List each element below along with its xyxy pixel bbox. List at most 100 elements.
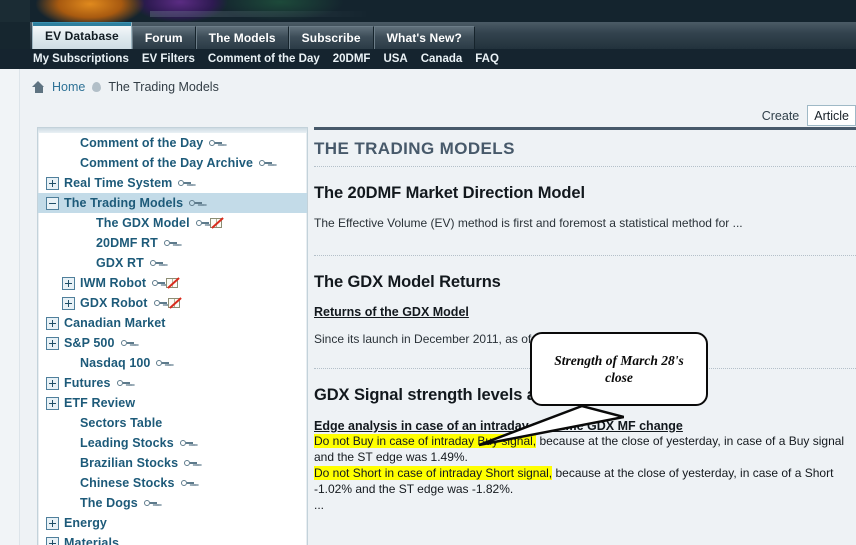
secondary-nav-links: My Subscriptions EV Filters Comment of the… [33, 49, 499, 69]
key-icon [209, 139, 223, 148]
heading-20dmf-model: The 20DMF Market Direction Model [314, 184, 585, 202]
divider-2 [314, 255, 856, 256]
tree-item-energy[interactable]: Energy [38, 513, 307, 533]
primary-tab-bar: EV Database Forum The Models Subscribe What'… [0, 22, 856, 49]
book-restricted-icon [166, 277, 179, 289]
tree-item-etf-review[interactable]: ETF Review [38, 393, 307, 413]
divider-1 [314, 166, 856, 167]
callout-bubble: Strength of March 28's close [530, 332, 708, 406]
tree-item-iwm-robot[interactable]: IWM Robot [38, 273, 307, 293]
tab-the-models[interactable]: The Models [195, 26, 289, 49]
tree-item-label: Brazilian Stocks [80, 456, 179, 470]
tree-item-sectors-table[interactable]: Sectors Table [38, 413, 307, 433]
tree-item-gdx-rt[interactable]: GDX RT [38, 253, 307, 273]
tree-item-canadian-market[interactable]: Canadian Market [38, 313, 307, 333]
tree-item-leading-stocks[interactable]: Leading Stocks [38, 433, 307, 453]
subnav-link-20dmf[interactable]: 20DMF [333, 53, 371, 65]
tree-item-chinese-stocks[interactable]: Chinese Stocks [38, 473, 307, 493]
tree-item-label: ETF Review [64, 396, 136, 410]
create-label: Create [761, 108, 800, 123]
tree-item-nasdaq-100[interactable]: Nasdaq 100 [38, 353, 307, 373]
tree-item-label: Real Time System [64, 176, 173, 190]
tab-forum[interactable]: Forum [131, 26, 196, 49]
tree-item-label: Canadian Market [64, 316, 166, 330]
create-type-select[interactable]: Article [807, 105, 856, 126]
edge-line-ellipsis: ... [314, 498, 325, 512]
tree-item-gdx-robot[interactable]: GDX Robot [38, 293, 307, 313]
primary-tabs: EV Database Forum The Models Subscribe What'… [32, 22, 475, 49]
tree-item-label: Leading Stocks [80, 436, 174, 450]
tree-item-label: 20DMF RT [96, 236, 158, 250]
tree-item-label: Comment of the Day Archive [80, 156, 254, 170]
tree-item-label: Chinese Stocks [80, 476, 175, 490]
subnav-link-canada[interactable]: Canada [421, 53, 463, 65]
expand-plus-icon[interactable] [62, 276, 75, 290]
tree-toggle-spacer [78, 217, 91, 230]
expand-plus-icon[interactable] [46, 396, 59, 410]
key-icon [195, 219, 209, 228]
tab-subscribe[interactable]: Subscribe [288, 26, 374, 49]
tree-item-comment-of-the-day[interactable]: Comment of the Day [38, 133, 307, 153]
key-icon [116, 379, 130, 388]
tree-toggle-spacer [62, 437, 75, 450]
tree-item-the-gdx-model[interactable]: The GDX Model [38, 213, 307, 233]
subnav-link-comment-of-the-day[interactable]: Comment of the Day [208, 53, 320, 65]
expand-plus-icon[interactable] [62, 296, 75, 310]
tree-item-label: GDX Robot [80, 296, 148, 310]
key-icon [152, 279, 166, 288]
tree-toggle-spacer [62, 417, 75, 430]
expand-plus-icon[interactable] [46, 536, 59, 545]
tree-toggle-spacer [62, 137, 75, 150]
tree-item-the-dogs[interactable]: The Dogs [38, 493, 307, 513]
secondary-nav-bar: My Subscriptions EV Filters Comment of the… [0, 49, 856, 69]
tree-item-label: The Trading Models [64, 196, 184, 210]
subnav-link-ev-filters[interactable]: EV Filters [142, 53, 195, 65]
tab-what-s-new[interactable]: What's New? [373, 26, 475, 49]
collapse-minus-icon[interactable] [46, 196, 59, 210]
tree-item-20dmf-rt[interactable]: 20DMF RT [38, 233, 307, 253]
breadcrumb-separator-icon [92, 82, 102, 92]
subnav-link-usa[interactable]: USA [383, 53, 407, 65]
page-title: THE TRADING MODELS [314, 139, 515, 158]
create-control: Create Article [762, 105, 856, 126]
tree-item-the-trading-models[interactable]: The Trading Models [38, 193, 307, 213]
key-icon [163, 239, 177, 248]
edge-line-short: Do not Short in case of intraday Short s… [314, 465, 856, 481]
expand-plus-icon[interactable] [46, 336, 59, 350]
banner-left-edge [0, 0, 30, 22]
key-icon [153, 299, 167, 308]
key-icon [184, 459, 198, 468]
text-20dmf-model: The Effective Volume (EV) method is firs… [314, 216, 743, 230]
book-restricted-icon [209, 217, 223, 229]
tree-item-futures[interactable]: Futures [38, 373, 307, 393]
tab-ev-database[interactable]: EV Database [32, 22, 132, 49]
tree-item-label: Comment of the Day [80, 136, 204, 150]
breadcrumb-home-link[interactable]: Home [52, 80, 85, 94]
expand-plus-icon[interactable] [46, 376, 59, 390]
tree-item-comment-of-the-day-archive[interactable]: Comment of the Day Archive [38, 153, 307, 173]
tree-item-s-p-500[interactable]: S&P 500 [38, 333, 307, 353]
tree-item-label: Materials [64, 536, 120, 545]
link-returns-of-gdx-model[interactable]: Returns of the GDX Model [314, 305, 856, 319]
tree-item-label: Nasdaq 100 [80, 356, 151, 370]
tree-toggle-spacer [62, 477, 75, 490]
breadcrumb-current: The Trading Models [108, 80, 219, 94]
subnav-link-my-subscriptions[interactable]: My Subscriptions [33, 53, 129, 65]
tree-item-materials[interactable]: Materials [38, 533, 307, 545]
edge-line-short-cont: -1.02% and the ST edge was -1.82%. [314, 482, 514, 496]
expand-plus-icon[interactable] [46, 316, 59, 330]
banner-artwork [30, 0, 370, 22]
subnav-link-faq[interactable]: FAQ [475, 53, 499, 65]
page-left-gutter [0, 69, 20, 545]
book-restricted-icon [167, 297, 181, 309]
tree-item-real-time-system[interactable]: Real Time System [38, 173, 307, 193]
tree-toggle-spacer [62, 457, 75, 470]
tree-toggle-spacer [78, 257, 91, 270]
expand-plus-icon[interactable] [46, 176, 59, 190]
key-icon [189, 199, 203, 208]
key-icon [120, 339, 134, 348]
tree-toggle-spacer [62, 497, 75, 510]
edge-line-short-rest: because at the close of yesterday, in ca… [552, 466, 834, 480]
tree-item-brazilian-stocks[interactable]: Brazilian Stocks [38, 453, 307, 473]
expand-plus-icon[interactable] [46, 516, 59, 530]
